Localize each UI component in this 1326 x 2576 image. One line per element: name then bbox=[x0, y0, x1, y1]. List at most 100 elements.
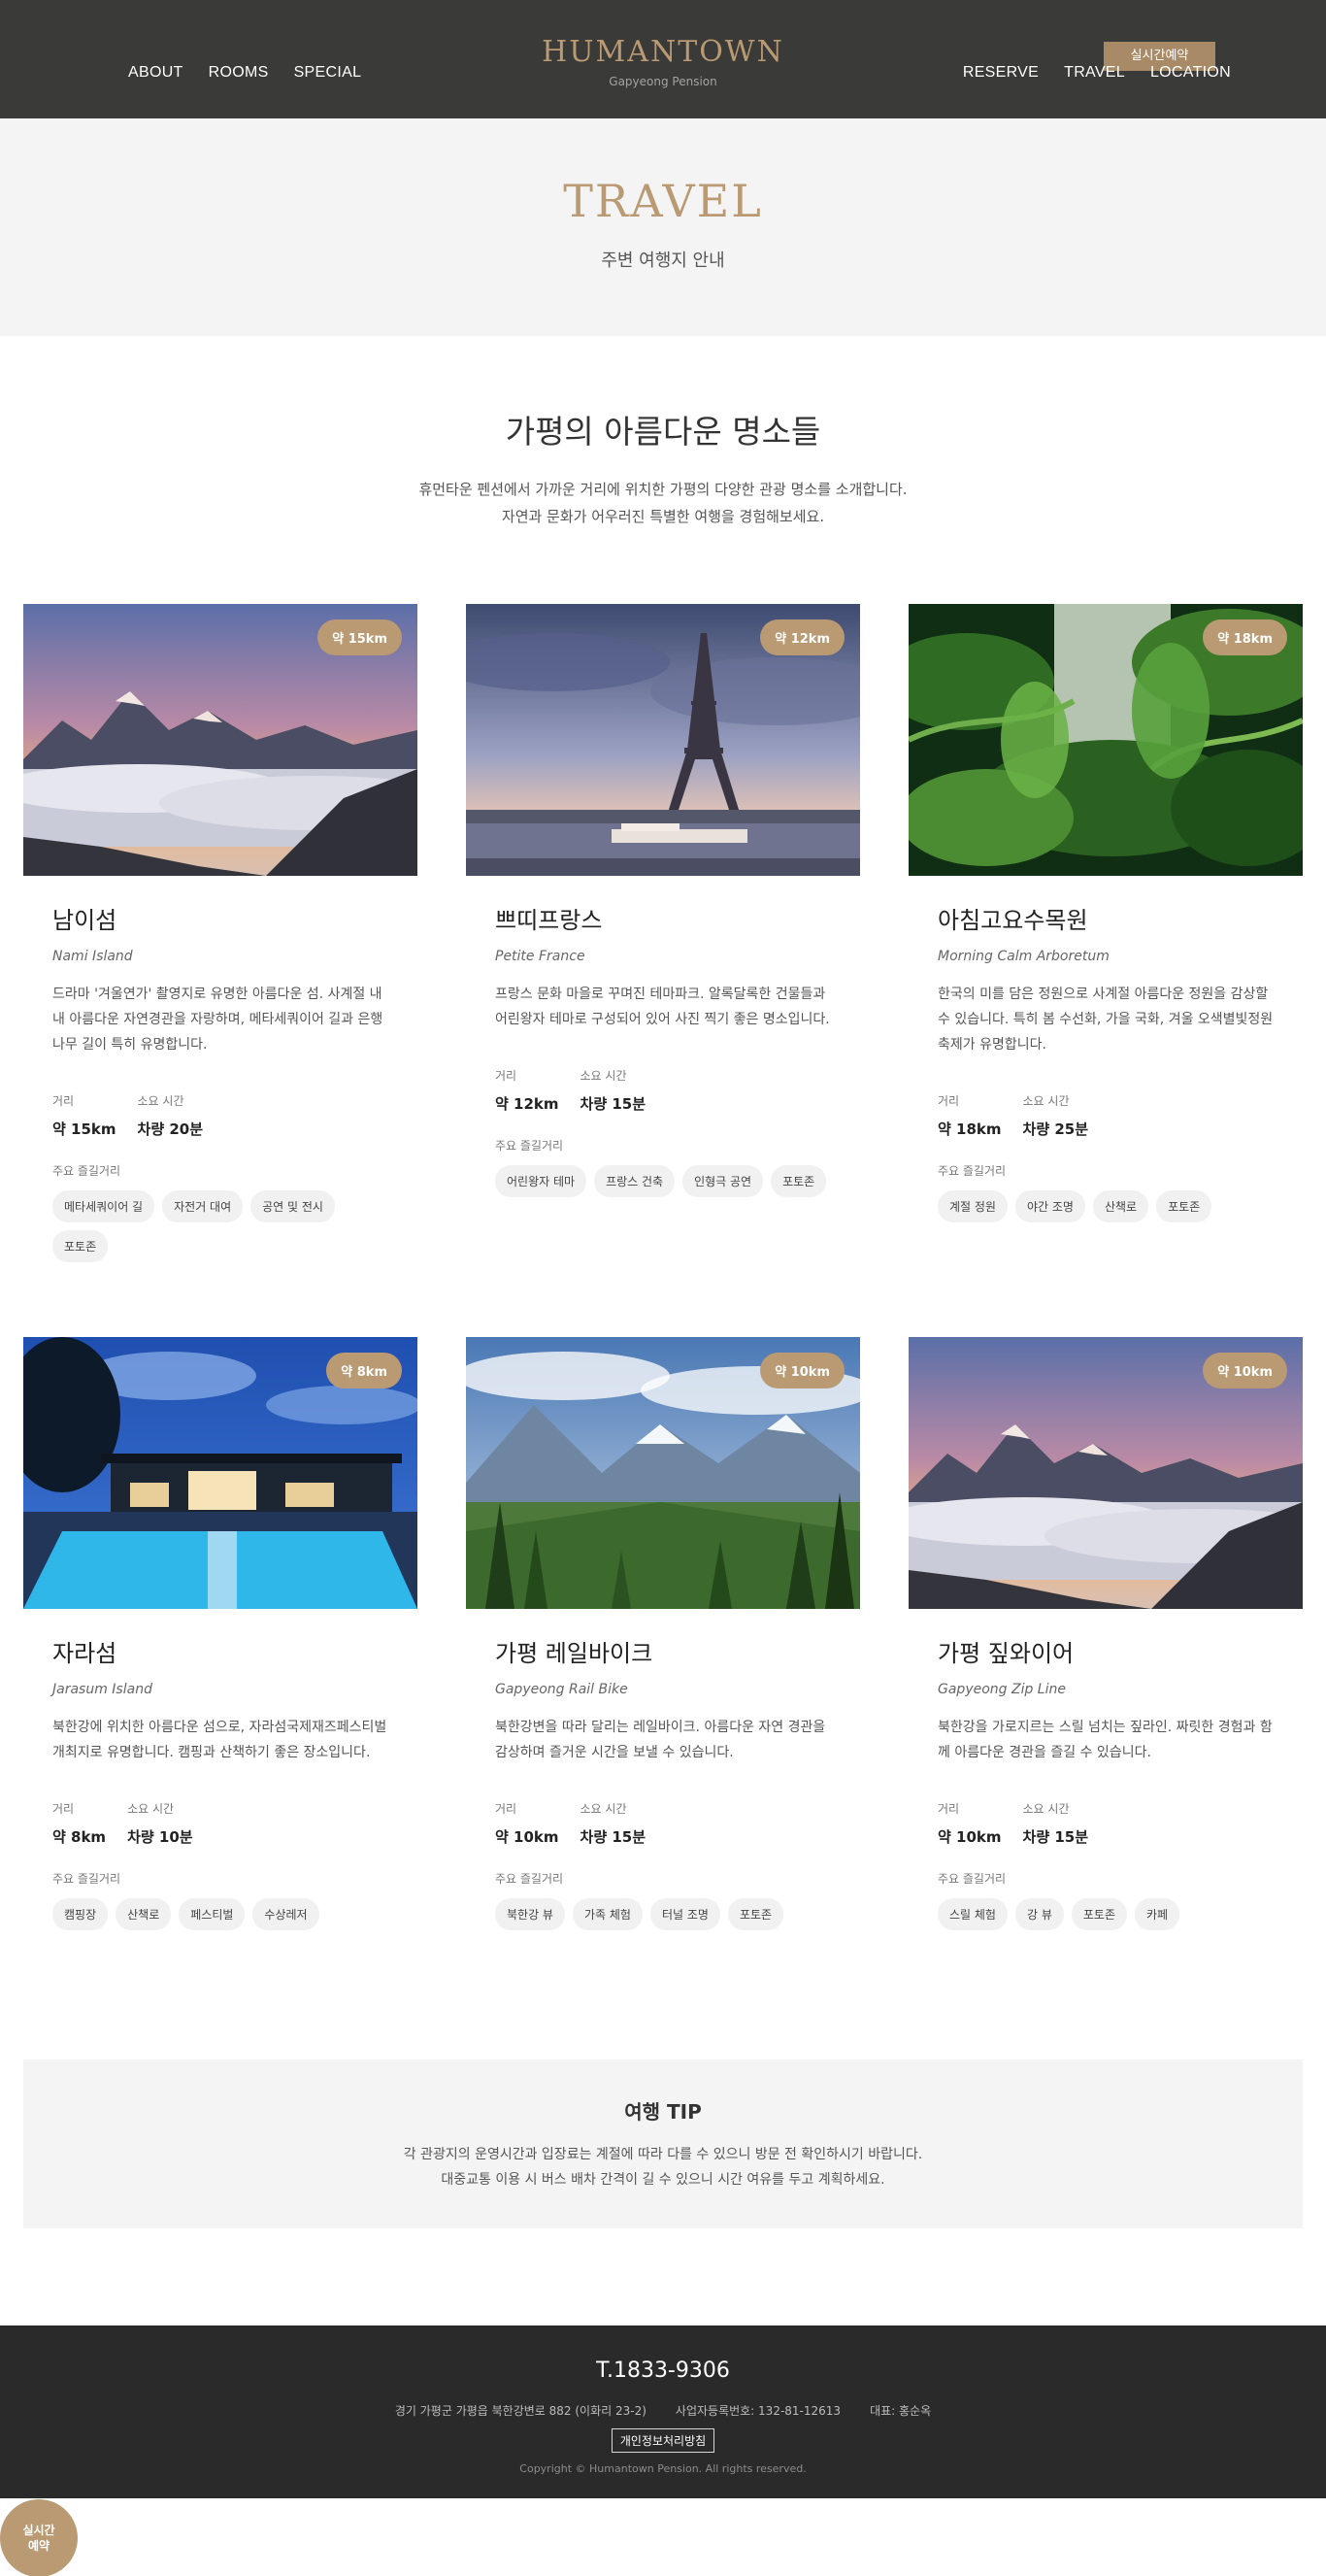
privacy-policy-button[interactable]: 개인정보처리방침 bbox=[611, 2428, 715, 2453]
tag: 포토존 bbox=[1156, 1190, 1212, 1222]
attraction-description: 북한강에 위치한 아름다운 섬으로, 자라섬국제재즈페스티벌 개최지로 유명합니… bbox=[52, 1720, 387, 1760]
tag: 강 뷰 bbox=[1014, 1898, 1064, 1930]
floating-reserve-label: 실시간 예약 bbox=[22, 2523, 54, 2554]
tag-list: 어린왕자 테마 프랑스 건축 인형극 공연 포토존 bbox=[495, 1165, 831, 1197]
attraction-facts: 거리 약 10km 소요 시간 차량 15분 bbox=[495, 1800, 831, 1847]
tag: 산책로 bbox=[116, 1898, 172, 1930]
tag: 페스티벌 bbox=[179, 1898, 246, 1930]
attraction-card-nami[interactable]: 약 15km 남이섬 Nami Island 드라마 '겨울연가' 촬영지로 유… bbox=[23, 604, 417, 1262]
distance-badge: 약 10km bbox=[760, 1353, 845, 1388]
hero-banner: TRAVEL 주변 여행지 안내 bbox=[0, 118, 1326, 336]
attraction-image: 약 18km bbox=[909, 604, 1303, 876]
tip-line-1: 각 관광지의 운영시간과 입장료는 계절에 따라 다를 수 있으니 방문 전 확… bbox=[403, 2147, 923, 2162]
distance-badge: 약 10km bbox=[1203, 1353, 1287, 1388]
attraction-card-rail-bike[interactable]: 약 10km 가평 레일바이크 Gapyeong Rail Bike 북한강변을… bbox=[466, 1337, 860, 1930]
tag: 포토존 bbox=[52, 1230, 109, 1262]
nav-location[interactable]: LOCATION bbox=[1150, 64, 1231, 82]
attraction-facts: 거리 약 18km 소요 시간 차량 25분 bbox=[938, 1092, 1274, 1139]
attractions-label: 주요 즐길거리 bbox=[938, 1872, 1007, 1886]
footer-business-number: 사업자등록번호: 132-81-12613 bbox=[675, 2404, 842, 2418]
footer-phone[interactable]: T.1833-9306 bbox=[0, 2359, 1326, 2383]
tag: 자전거 대여 bbox=[162, 1190, 244, 1222]
attraction-card-petite-france[interactable]: 약 12km 쁘띠프랑스 Petite France 프랑스 문화 마을로 꾸며… bbox=[466, 604, 860, 1197]
attraction-title: 남이섬 bbox=[52, 907, 117, 934]
tag-list: 메타세쿼이어 길 자전거 대여 공연 및 전시 포토존 bbox=[52, 1190, 388, 1262]
distance-fact: 거리 약 8km bbox=[52, 1800, 106, 1847]
distance-label: 거리 bbox=[495, 1069, 517, 1083]
tag: 수상레저 bbox=[252, 1898, 319, 1930]
page-title: TRAVEL bbox=[563, 175, 763, 227]
floating-reserve-button[interactable]: 실시간 예약 bbox=[0, 2499, 78, 2576]
duration-label: 소요 시간 bbox=[1022, 1802, 1070, 1816]
distance-value: 약 15km bbox=[52, 1121, 116, 1138]
distance-badge: 약 18km bbox=[1203, 619, 1287, 655]
nav-travel[interactable]: TRAVEL bbox=[1064, 64, 1125, 82]
distance-fact: 거리 약 12km bbox=[495, 1067, 559, 1114]
attractions-label: 주요 즐길거리 bbox=[495, 1872, 564, 1886]
intro-description: 휴먼타운 펜션에서 가까운 거리에 위치한 가평의 다양한 관광 명소를 소개합… bbox=[0, 476, 1326, 530]
attraction-english-name: Nami Island bbox=[52, 949, 133, 964]
attraction-title: 쁘띠프랑스 bbox=[495, 907, 603, 934]
floating-reserve-line-2: 예약 bbox=[27, 2539, 50, 2553]
attraction-english-name: Jarasum Island bbox=[52, 1682, 152, 1697]
tag: 계절 정원 bbox=[938, 1190, 1008, 1222]
distance-value: 약 8km bbox=[52, 1828, 107, 1846]
intro-section: 가평의 아름다운 명소들 휴먼타운 펜션에서 가까운 거리에 위치한 가평의 다… bbox=[0, 406, 1326, 530]
duration-fact: 소요 시간 차량 10분 bbox=[127, 1800, 193, 1847]
tag: 가족 체험 bbox=[572, 1898, 643, 1930]
attraction-image: 약 10km bbox=[909, 1337, 1303, 1609]
duration-label: 소요 시간 bbox=[137, 1094, 184, 1108]
attractions-label: 주요 즐길거리 bbox=[52, 1872, 121, 1886]
attractions-label: 주요 즐길거리 bbox=[938, 1164, 1007, 1178]
tag: 캠핑장 bbox=[52, 1898, 109, 1930]
attraction-description: 북한강을 가로지르는 스릴 넘치는 짚라인. 짜릿한 경험과 함께 아름다운 경… bbox=[938, 1720, 1273, 1760]
attraction-english-name: Gapyeong Zip Line bbox=[938, 1682, 1066, 1697]
attraction-card-zip-line[interactable]: 약 10km 가평 짚와이어 Gapyeong Zip Line 북한강을 가로… bbox=[909, 1337, 1303, 1930]
footer-address: 경기 가평군 가평읍 북한강변로 882 (이화리 23-2) bbox=[394, 2404, 646, 2418]
duration-value: 차량 15분 bbox=[1022, 1828, 1089, 1846]
duration-value: 차량 20분 bbox=[137, 1121, 204, 1138]
attraction-title: 가평 짚와이어 bbox=[938, 1640, 1075, 1667]
nav-right: RESERVE TRAVEL LOCATION bbox=[963, 64, 1231, 82]
tag-list: 캠핑장 산책로 페스티벌 수상레저 bbox=[52, 1898, 388, 1930]
distance-fact: 거리 약 18km bbox=[938, 1092, 1002, 1139]
attraction-card-morning-calm[interactable]: 약 18km 아침고요수목원 Morning Calm Arboretum 한국… bbox=[909, 604, 1303, 1222]
tag: 스릴 체험 bbox=[938, 1898, 1008, 1930]
attraction-facts: 거리 약 8km 소요 시간 차량 10분 bbox=[52, 1800, 388, 1847]
tip-line-2: 대중교통 이용 시 버스 배차 간격이 길 수 있으니 시간 여유를 두고 계획… bbox=[441, 2172, 885, 2188]
attraction-title: 아침고요수목원 bbox=[938, 907, 1088, 934]
attractions-label: 주요 즐길거리 bbox=[495, 1139, 564, 1153]
distance-value: 약 10km bbox=[938, 1828, 1002, 1846]
tag: 공연 및 전시 bbox=[250, 1190, 335, 1222]
tag: 북한강 뷰 bbox=[495, 1898, 565, 1930]
nav-reserve[interactable]: RESERVE bbox=[963, 64, 1039, 82]
duration-fact: 소요 시간 차량 15분 bbox=[580, 1800, 646, 1847]
distance-value: 약 18km bbox=[938, 1121, 1002, 1138]
tag-list: 계절 정원 야간 조명 산책로 포토존 bbox=[938, 1190, 1274, 1222]
tag-list: 스릴 체험 강 뷰 포토존 카페 bbox=[938, 1898, 1274, 1930]
distance-label: 거리 bbox=[52, 1802, 75, 1816]
attraction-description: 프랑스 문화 마을로 꾸며진 테마파크. 알록달록한 건물들과 어린왕자 테마로… bbox=[495, 987, 830, 1027]
duration-fact: 소요 시간 차량 15분 bbox=[580, 1067, 646, 1114]
distance-fact: 거리 약 15km bbox=[52, 1092, 116, 1139]
duration-fact: 소요 시간 차량 20분 bbox=[138, 1092, 204, 1139]
duration-value: 차량 15분 bbox=[580, 1828, 646, 1846]
duration-fact: 소요 시간 차량 15분 bbox=[1023, 1800, 1089, 1847]
tag: 인형극 공연 bbox=[682, 1165, 764, 1197]
intro-title: 가평의 아름다운 명소들 bbox=[505, 413, 821, 451]
tag-list: 북한강 뷰 가족 체험 터널 조명 포토존 bbox=[495, 1898, 831, 1930]
tag: 포토존 bbox=[771, 1165, 827, 1197]
tag: 야간 조명 bbox=[1014, 1190, 1085, 1222]
tip-description: 각 관광지의 운영시간과 입장료는 계절에 따라 다를 수 있으니 방문 전 확… bbox=[23, 2142, 1303, 2192]
tag: 산책로 bbox=[1092, 1190, 1149, 1222]
distance-fact: 거리 약 10km bbox=[938, 1800, 1002, 1847]
attraction-description: 한국의 미를 담은 정원으로 사계절 아름다운 정원을 감상할 수 있습니다. … bbox=[938, 987, 1274, 1053]
tip-title: 여행 TIP bbox=[624, 2100, 702, 2124]
tag: 프랑스 건축 bbox=[594, 1165, 676, 1197]
duration-fact: 소요 시간 차량 25분 bbox=[1023, 1092, 1089, 1139]
attraction-image: 약 10km bbox=[466, 1337, 860, 1609]
footer-copyright: Copyright © Humantown Pension. All right… bbox=[519, 2462, 807, 2475]
site-header: ABOUT ROOMS SPECIAL HUMANTOWN Gapyeong P… bbox=[0, 0, 1326, 118]
attraction-card-jarasum[interactable]: 약 8km 자라섬 Jarasum Island 북한강에 위치한 아름다운 섬… bbox=[23, 1337, 417, 1930]
duration-value: 차량 10분 bbox=[127, 1828, 193, 1846]
